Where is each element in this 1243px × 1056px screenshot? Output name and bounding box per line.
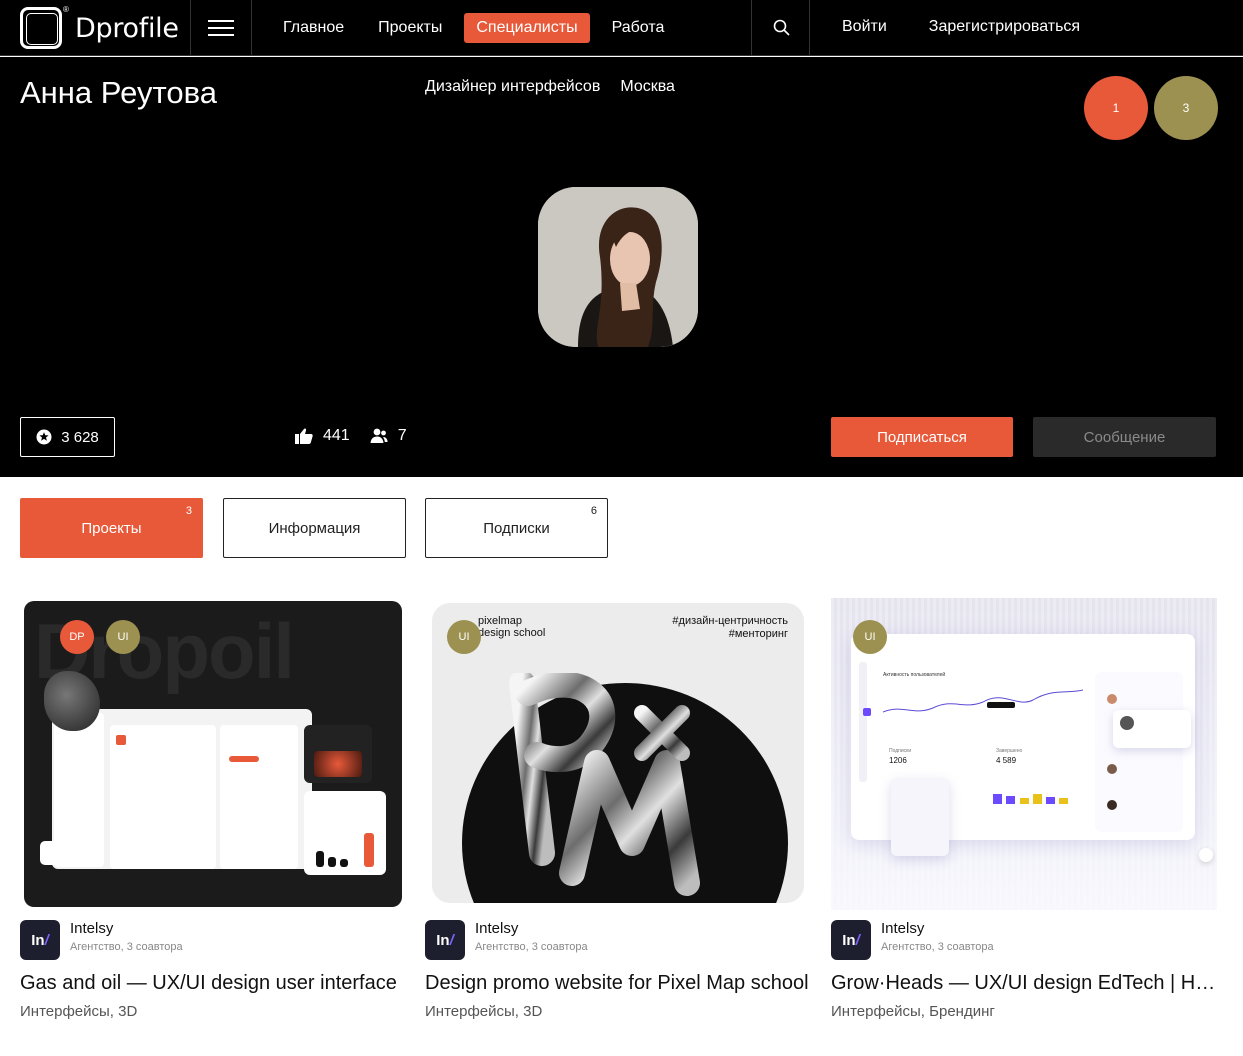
card-tags: Интерфейсы, 3D <box>20 1003 138 1020</box>
thumbnail-line-chart <box>883 689 1083 713</box>
rating-value: 3 628 <box>61 428 99 446</box>
thumbnail-brand: design school <box>478 627 546 639</box>
author-name[interactable]: Intelsy <box>881 920 994 938</box>
tab-information[interactable]: Информация <box>223 498 406 558</box>
thumbnail-stat-value: 1206 <box>889 756 907 765</box>
nav-divider <box>251 0 252 56</box>
likes-count: 441 <box>323 427 350 444</box>
card-author[interactable]: In / Intelsy Агентство, 3 соавтора <box>20 920 406 960</box>
profile-stats: 441 7 <box>295 427 427 445</box>
thumbnail-badge: UI <box>447 620 481 654</box>
project-thumbnail[interactable]: Активность пользователей Подписки 1206 З… <box>831 598 1217 910</box>
message-button[interactable]: Сообщение <box>1033 417 1216 457</box>
thumbnail-stat-value: 4 589 <box>996 756 1017 765</box>
card-author[interactable]: In / Intelsy Агентство, 3 соавтора <box>425 920 811 960</box>
nav-divider <box>190 0 191 56</box>
thumbnail-stat-label: Завершено <box>996 748 1023 754</box>
author-name[interactable]: Intelsy <box>70 920 183 938</box>
tab-count: 6 <box>590 505 597 517</box>
menu-icon[interactable] <box>208 20 234 36</box>
project-card[interactable]: pixelmap design school #дизайн-центрично… <box>425 598 811 1020</box>
award-badge[interactable]: 3 <box>1157 79 1215 137</box>
thumbnail-chart-title: Активность пользователей <box>883 672 946 678</box>
card-tags: Интерфейсы, Брендинг <box>831 1003 995 1020</box>
author-logo-icon: In / <box>20 920 60 960</box>
profile-city[interactable]: Москва <box>620 78 675 96</box>
profile-role[interactable]: Дизайнер интерфейсов <box>425 78 600 96</box>
thumbnail-badge: UI <box>106 620 140 654</box>
logo-text: Dprofile <box>75 12 179 44</box>
profile-hero: Анна Реутова Дизайнер интерфейсов Москва… <box>0 57 1243 477</box>
thumbs-up-icon <box>295 428 313 444</box>
award-badge[interactable]: 1 <box>1087 79 1145 137</box>
thumbnail-badge: UI <box>853 620 887 654</box>
followers-icon <box>370 428 388 443</box>
nav-links: Главное Проекты Специалисты Работа <box>271 13 676 43</box>
tab-subscriptions[interactable]: Подписки 6 <box>425 498 608 558</box>
thumbnail-hashtag: #менторинг <box>728 628 788 640</box>
thumbnail-stat-label: Подписки <box>889 748 912 754</box>
author-subtitle: Агентство, 3 соавтора <box>881 941 994 953</box>
top-nav: ® Dprofile Главное Проекты Специалисты Р… <box>0 0 1243 56</box>
card-title[interactable]: Design promo website for Pixel Map schoo… <box>425 972 811 995</box>
nav-divider <box>751 0 752 56</box>
followers-count: 7 <box>397 427 407 444</box>
tab-label: Информация <box>268 519 361 537</box>
thumbnail-hashtag: #дизайн-центричность <box>672 615 788 627</box>
rating-box[interactable]: 3 628 <box>20 417 115 457</box>
thumbnail-brand: pixelmap <box>478 615 523 627</box>
tab-count: 3 <box>185 505 192 517</box>
subscribe-button[interactable]: Подписаться <box>831 417 1013 457</box>
profile-meta: Дизайнер интерфейсов Москва <box>425 78 675 96</box>
author-subtitle: Агентство, 3 соавтора <box>70 941 183 953</box>
tab-label: Проекты <box>81 519 142 537</box>
thumbnail-badge: DP <box>60 620 94 654</box>
logo-registered: ® <box>63 5 69 14</box>
nav-link-work[interactable]: Работа <box>600 13 677 43</box>
tab-label: Подписки <box>483 519 550 537</box>
card-title[interactable]: Grow·Heads — UX/UI design EdTech | Hire <box>831 972 1217 995</box>
card-title[interactable]: Gas and oil — UX/UI design user interfac… <box>20 972 406 995</box>
author-subtitle: Агентство, 3 соавтора <box>475 941 588 953</box>
search-icon[interactable] <box>772 18 792 38</box>
auth-links: Войти Зарегистрироваться <box>842 18 1080 36</box>
project-thumbnail[interactable]: Dropoil DP UI <box>20 598 406 910</box>
register-link[interactable]: Зарегистрироваться <box>929 18 1080 36</box>
pm-3d-logo <box>509 673 700 896</box>
star-icon <box>36 429 52 445</box>
author-logo-icon: In / <box>425 920 465 960</box>
project-thumbnail[interactable]: pixelmap design school #дизайн-центрично… <box>425 598 811 910</box>
project-card[interactable]: Активность пользователей Подписки 1206 З… <box>831 598 1217 1020</box>
card-author[interactable]: In / Intelsy Агентство, 3 соавтора <box>831 920 1217 960</box>
logo[interactable]: ® Dprofile <box>20 5 179 49</box>
author-name[interactable]: Intelsy <box>475 920 588 938</box>
profile-name: Анна Реутова <box>20 75 217 110</box>
login-link[interactable]: Войти <box>842 18 887 36</box>
nav-link-projects[interactable]: Проекты <box>366 13 454 43</box>
card-tags: Интерфейсы, 3D <box>425 1003 543 1020</box>
tab-projects[interactable]: Проекты 3 <box>20 498 203 558</box>
project-card[interactable]: Dropoil DP UI In / Intelsy Агентство, 3 с… <box>20 598 406 1020</box>
nav-link-main[interactable]: Главное <box>271 13 356 43</box>
avatar <box>538 187 698 347</box>
nav-link-specialists[interactable]: Специалисты <box>464 13 590 43</box>
logo-mark-icon <box>20 7 62 49</box>
avatar-photo <box>538 187 698 347</box>
author-logo-icon: In / <box>831 920 871 960</box>
nav-divider <box>809 0 810 56</box>
